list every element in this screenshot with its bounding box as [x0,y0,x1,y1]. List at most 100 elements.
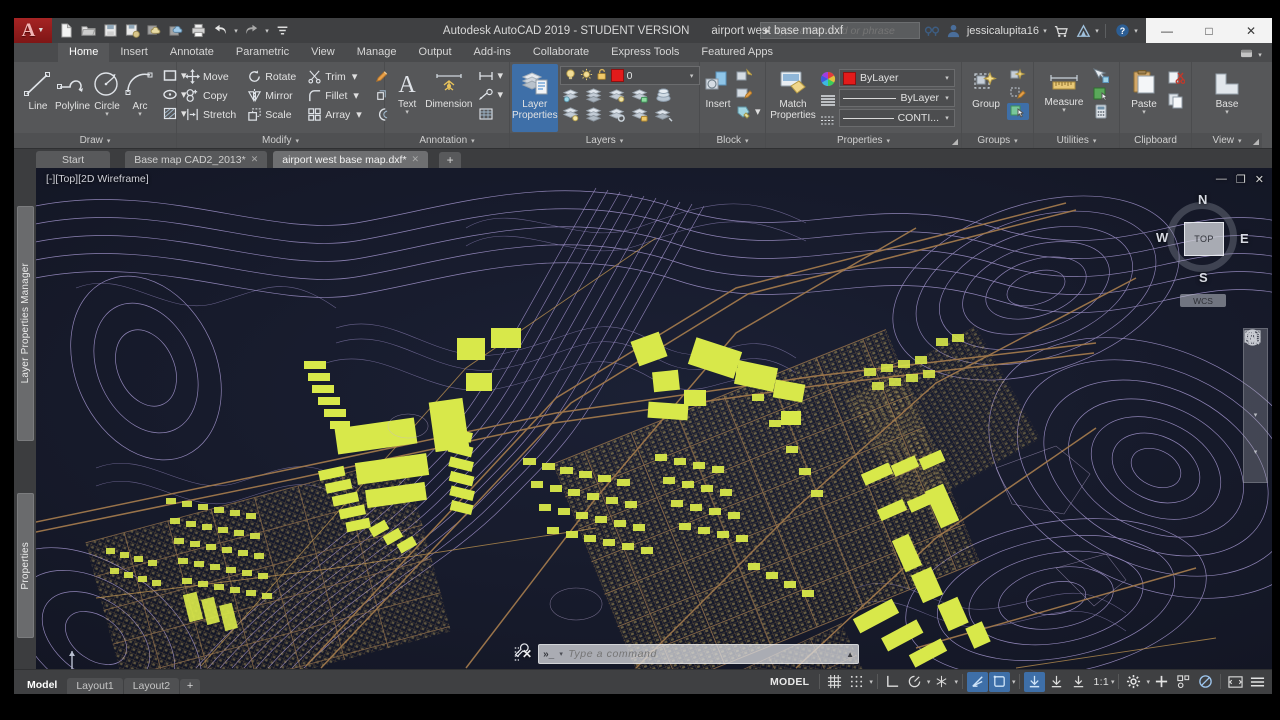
scale-button[interactable]: Scale [244,105,299,124]
cloud-open-icon[interactable] [166,20,187,41]
layer-isolate-icon[interactable] [562,87,581,104]
linetype-stack-icon[interactable] [820,90,836,109]
layout2-tab[interactable]: Layout2 [123,677,180,694]
copy-clip-button[interactable] [1165,91,1188,111]
chevron-down-icon[interactable]: ▾ [1014,137,1018,145]
layer-unisolate-icon[interactable] [585,87,604,104]
layer-change-icon[interactable] [608,106,627,123]
viewcube-top-face[interactable]: TOP [1184,222,1224,256]
sun-freeze-icon[interactable] [580,68,593,84]
viewcube-south-label[interactable]: S [1199,270,1208,285]
rotate-button[interactable]: Rotate [244,67,299,86]
mirror-button[interactable]: Mirror [244,86,299,105]
command-history-dropdown-icon[interactable]: ▾ [557,650,565,658]
ribbon-tab-annotate[interactable]: Annotate [159,43,225,62]
help-dropdown-icon[interactable]: ▾ [1132,27,1140,35]
array-dropdown-icon[interactable]: ▾ [356,108,362,121]
panel-title-clipboard[interactable]: Clipboard [1120,133,1191,148]
annotation-monitor-button[interactable] [1151,672,1172,692]
layer-lock-icon[interactable] [631,87,650,104]
search-input[interactable] [774,24,919,37]
dimension-style-button[interactable]: ▾ [475,66,506,85]
help-icon[interactable]: ? [1112,21,1132,41]
fillet-button[interactable]: Fillet ▾ [304,86,365,105]
viewcube-east-label[interactable]: E [1240,231,1249,246]
layer-off-icon[interactable] [608,87,627,104]
panel-title-modify[interactable]: Modify ▾ [177,133,384,148]
cut-button[interactable] [1165,69,1188,89]
panel-title-draw[interactable]: Draw ▾ [14,133,176,148]
maximize-button[interactable]: □ [1188,18,1230,43]
fillet-dropdown-icon[interactable]: ▾ [353,89,359,102]
move-button[interactable]: Move [182,67,239,86]
command-input[interactable] [568,648,844,660]
trim-button[interactable]: Trim ▾ [304,67,365,86]
chevron-down-icon[interactable]: ▾ [943,94,951,102]
base-dropdown-icon[interactable]: ▾ [1225,109,1229,116]
unlock-icon[interactable] [596,68,608,84]
panel-title-layers[interactable]: Layers ▾ [510,133,699,148]
panel-title-block[interactable]: Block ▾ [700,133,765,148]
command-input-box[interactable]: »_ ▾ ▲ [538,644,859,664]
leader-button[interactable]: ▾ [475,85,506,104]
isodraft-dropdown-icon[interactable]: ▾ [954,678,958,686]
array-button[interactable]: Array ▾ [304,105,365,124]
zoom-extents-icon[interactable] [1245,330,1266,409]
model-space-button[interactable]: MODEL [764,676,815,688]
linetype-property-field[interactable]: CONTI... ▾ [839,109,955,127]
chevron-down-icon[interactable]: ▾ [1093,137,1097,145]
circle-dropdown-icon[interactable]: ▾ [105,111,109,118]
cloud-save-icon[interactable] [144,20,165,41]
document-tab-base-map-cad2-2013[interactable]: Base map CAD2_2013* ✕ [125,151,268,168]
model-viewport[interactable]: [-][Top][2D Wireframe] — ❐ ✕ TOP N S E W… [36,168,1272,669]
zoom-dropdown-icon[interactable]: ▾ [1254,411,1258,419]
layout1-tab[interactable]: Layout1 [67,677,123,694]
calculator-button[interactable] [1090,103,1112,120]
text-button[interactable]: A Text ▾ [391,66,423,116]
autodesk-app-store-icon[interactable] [1051,21,1071,41]
ribbon-tab-express-tools[interactable]: Express Tools [600,43,690,62]
clean-screen-button[interactable] [1225,672,1246,692]
open-file-icon[interactable] [78,20,99,41]
arc-button[interactable]: Arc ▾ [124,66,156,118]
share-icon[interactable] [1073,21,1093,41]
polar-tracking-button[interactable] [904,672,925,692]
panel-title-annotation[interactable]: Annotation ▾ [385,133,509,148]
measure-dropdown-icon[interactable]: ▾ [1062,107,1066,114]
text-dropdown-icon[interactable]: ▾ [405,109,409,116]
qat-customize-icon[interactable] [272,20,293,41]
properties-panel[interactable]: Properties [16,493,34,638]
color-wheel-icon[interactable] [820,69,836,88]
circle-button[interactable]: Circle ▾ [91,66,123,118]
ribbon-tab-parametric[interactable]: Parametric [225,43,300,62]
annotation-scale-label[interactable]: 1:1 [1093,676,1109,688]
object-snap-tracking-button[interactable] [966,671,988,692]
pan-hand-icon[interactable] [1245,331,1266,383]
chevron-down-icon[interactable]: ▾ [107,137,111,145]
chevron-down-icon[interactable]: ▾ [943,114,951,122]
viewport-label[interactable]: [-][Top][2D Wireframe] [46,173,149,185]
chevron-down-icon[interactable]: ▾ [887,137,891,145]
osnap-dropdown-icon[interactable]: ▾ [1012,678,1016,686]
properties-dialog-launcher-icon[interactable]: ◢ [952,137,958,146]
layer-previous-icon[interactable] [654,106,673,123]
user-name-label[interactable]: jessicalupita16 [967,25,1039,37]
redo-dropdown-icon[interactable]: ▾ [263,27,271,35]
match-properties-button[interactable]: Match Properties [769,66,817,121]
chevron-down-icon[interactable]: ▾ [688,72,696,80]
view-dialog-launcher-icon[interactable]: ◢ [1253,137,1259,146]
chevron-down-icon[interactable]: ▾ [471,137,475,145]
panel-title-utilities[interactable]: Utilities ▾ [1034,133,1119,148]
chevron-down-icon[interactable]: ▾ [295,137,299,145]
new-document-tab-button[interactable]: + [439,152,462,168]
group-selection-button[interactable] [1007,103,1029,120]
save-as-icon[interactable] [122,20,143,41]
chevron-down-icon[interactable]: ▾ [943,74,951,82]
user-dropdown-icon[interactable]: ▾ [1041,27,1049,35]
viewport-restore-button[interactable]: ❐ [1236,173,1246,186]
save-icon[interactable] [100,20,121,41]
leader-dropdown-icon[interactable]: ▾ [497,88,503,101]
annoscale-dropdown-icon[interactable]: ▾ [1111,678,1115,686]
stretch-button[interactable]: Stretch [182,105,239,124]
layer-properties-button[interactable]: Layer Properties [512,64,558,132]
